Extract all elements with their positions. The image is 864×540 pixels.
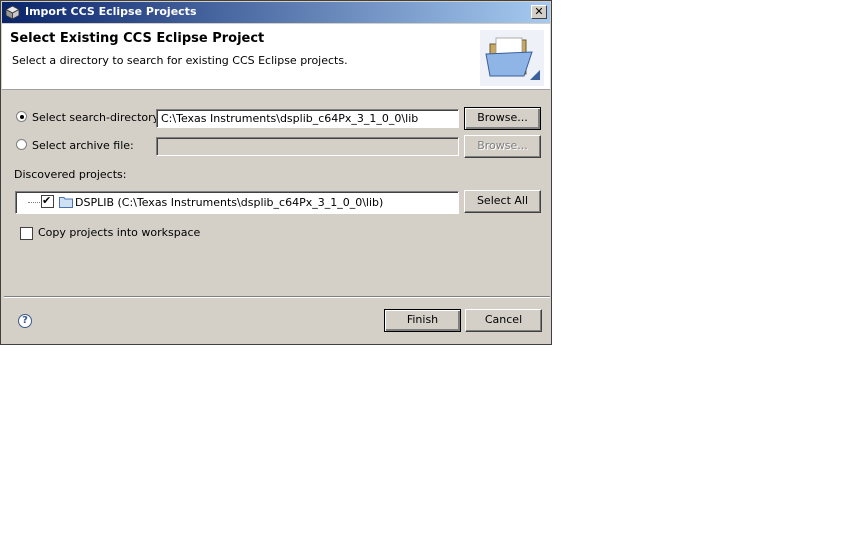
window-title: Import CCS Eclipse Projects xyxy=(25,5,197,18)
close-button[interactable]: ✕ xyxy=(531,5,547,19)
finish-button[interactable]: Finish xyxy=(384,309,461,332)
projects-list: DSPLIB (C:\Texas Instruments\dsplib_c64P… xyxy=(15,191,459,214)
cancel-button[interactable]: Cancel xyxy=(465,309,542,332)
search-directory-field[interactable]: C:\Texas Instruments\dsplib_c64Px_3_1_0_… xyxy=(156,109,459,128)
project-item-label[interactable]: DSPLIB (C:\Texas Instruments\dsplib_c64P… xyxy=(75,196,383,209)
page-title: Select Existing CCS Eclipse Project xyxy=(10,31,265,46)
copy-projects-label: Copy projects into workspace xyxy=(38,226,201,239)
search-directory-label: Select search-directory: xyxy=(32,111,163,124)
project-folder-icon xyxy=(59,197,73,208)
import-dialog: Import CCS Eclipse Projects ✕ Select Exi… xyxy=(0,0,552,345)
search-directory-radio[interactable] xyxy=(16,111,27,122)
copy-projects-checkbox[interactable] xyxy=(20,227,33,240)
help-icon[interactable]: ? xyxy=(18,314,32,328)
browse-archive-button[interactable]: Browse... xyxy=(464,135,541,158)
page-description: Select a directory to search for existin… xyxy=(12,54,348,67)
discovered-projects-label: Discovered projects: xyxy=(14,168,127,181)
open-folder-icon xyxy=(480,30,544,86)
wizard-header: Select Existing CCS Eclipse Project Sele… xyxy=(2,24,550,90)
ccs-cube-icon xyxy=(5,5,20,20)
title-bar[interactable]: Import CCS Eclipse Projects ✕ xyxy=(2,2,550,23)
archive-file-label: Select archive file: xyxy=(32,139,134,152)
archive-file-radio[interactable] xyxy=(16,139,27,150)
archive-file-field[interactable] xyxy=(156,137,459,156)
browse-directory-button[interactable]: Browse... xyxy=(464,107,541,130)
select-all-button[interactable]: Select All xyxy=(464,190,541,213)
project-checkbox[interactable] xyxy=(41,194,54,208)
footer-divider xyxy=(4,296,550,298)
